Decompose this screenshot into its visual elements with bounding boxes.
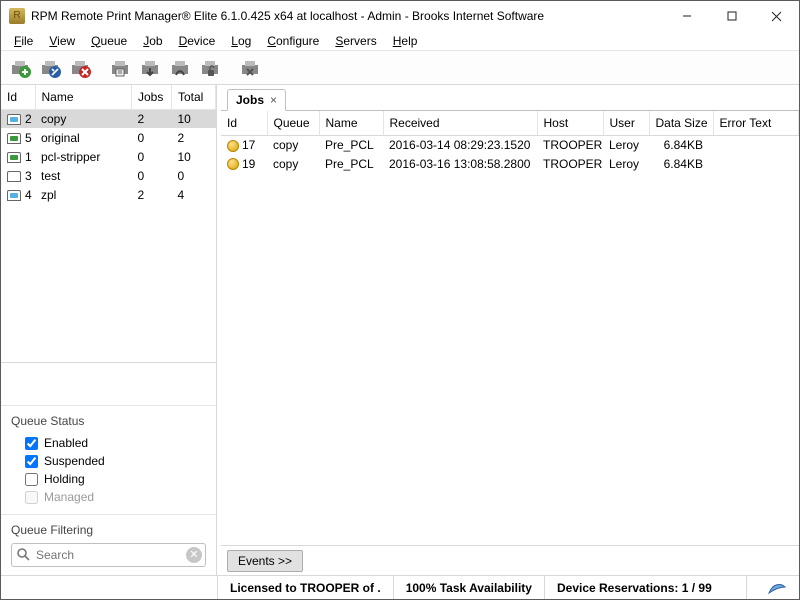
job-status-icon [227,140,239,152]
toolbar-btn-8[interactable] [237,55,263,81]
menu-job[interactable]: Job [136,33,169,49]
queue-col-total[interactable]: Total [172,85,216,109]
job-col-error[interactable]: Error Text [713,111,799,135]
job-col-queue[interactable]: Queue [267,111,319,135]
toolbar-btn-5[interactable] [137,55,163,81]
printer-icon [7,190,21,201]
toolbar-delete-queue-button[interactable] [67,55,93,81]
queue-row[interactable]: 4zpl24 [1,185,216,204]
window-buttons [664,1,799,31]
queue-row[interactable]: 5original02 [1,128,216,147]
status-managed: Managed [11,488,206,506]
job-row[interactable]: 19copyPre_PCL2016-03-16 13:08:58.2800TRO… [221,154,799,173]
menu-bar: File View Queue Job Device Log Configure… [1,31,799,51]
queue-row[interactable]: 2copy210 [1,109,216,128]
toolbar-btn-6[interactable] [167,55,193,81]
jobs-grid[interactable]: Id Queue Name Received Host User Data Si… [221,111,799,545]
status-holding[interactable]: Holding [11,470,206,488]
events-button[interactable]: Events >> [227,550,303,572]
menu-servers[interactable]: Servers [328,33,383,49]
queue-list[interactable]: Id Name Jobs Total 2copy2105original021p… [1,85,216,363]
title-bar: R RPM Remote Print Manager® Elite 6.1.0.… [1,1,799,31]
queue-filtering-panel: Queue Filtering ✕ [1,514,216,575]
queue-col-jobs[interactable]: Jobs [132,85,172,109]
job-status-icon [227,158,239,170]
queue-row[interactable]: 1pcl-stripper010 [1,147,216,166]
menu-queue[interactable]: Queue [84,33,134,49]
status-feather-icon [746,576,799,599]
job-col-size[interactable]: Data Size [649,111,713,135]
menu-configure[interactable]: Configure [260,33,326,49]
queue-row[interactable]: 3test00 [1,166,216,185]
events-bar: Events >> [221,545,799,575]
menu-log[interactable]: Log [224,33,258,49]
printer-icon [7,114,21,125]
status-empty [1,576,217,599]
job-row[interactable]: 17copyPre_PCL2016-03-14 08:29:23.1520TRO… [221,135,799,154]
queue-status-title: Queue Status [11,414,206,428]
job-col-id[interactable]: Id [221,111,267,135]
queue-col-id[interactable]: Id [1,85,35,109]
status-suspended[interactable]: Suspended [11,452,206,470]
toolbar-add-queue-button[interactable] [7,55,33,81]
toolbar-btn-7[interactable] [197,55,223,81]
checkbox[interactable] [25,455,38,468]
left-pane: Id Name Jobs Total 2copy2105original021p… [1,85,217,575]
queue-col-name[interactable]: Name [35,85,132,109]
menu-file[interactable]: File [7,33,40,49]
status-enabled[interactable]: Enabled [11,434,206,452]
menu-help[interactable]: Help [386,33,425,49]
menu-view[interactable]: View [42,33,82,49]
menu-device[interactable]: Device [172,33,223,49]
printer-icon [7,152,21,163]
app-window: R RPM Remote Print Manager® Elite 6.1.0.… [0,0,800,600]
printer-icon [7,171,21,182]
search-icon [16,547,30,564]
queue-status-panel: Queue Status EnabledSuspendedHoldingMana… [1,405,216,514]
tab-close-icon[interactable]: × [270,93,277,107]
maximize-button[interactable] [709,1,754,31]
job-col-name[interactable]: Name [319,111,383,135]
checkbox[interactable] [25,437,38,450]
main-body: Id Name Jobs Total 2copy2105original021p… [1,85,799,575]
clear-search-icon[interactable]: ✕ [186,547,202,563]
tab-jobs-label: Jobs [236,93,264,107]
job-col-received[interactable]: Received [383,111,537,135]
status-tasks: 100% Task Availability [393,576,544,599]
app-icon: R [9,8,25,24]
search-input[interactable] [11,543,206,567]
minimize-button[interactable] [664,1,709,31]
queue-filtering-title: Queue Filtering [11,523,206,537]
printer-icon [7,133,21,144]
tab-jobs[interactable]: Jobs × [227,89,286,111]
status-bar: Licensed to TROOPER of . 100% Task Avail… [1,575,799,599]
toolbar-btn-4[interactable] [107,55,133,81]
status-licensed: Licensed to TROOPER of . [217,576,393,599]
status-reservations: Device Reservations: 1 / 99 [544,576,746,599]
job-col-user[interactable]: User [603,111,649,135]
checkbox [25,491,38,504]
job-col-host[interactable]: Host [537,111,603,135]
checkbox[interactable] [25,473,38,486]
close-button[interactable] [754,1,799,31]
right-pane: Jobs × Id Queue Name Received [221,85,799,575]
toolbar [1,51,799,85]
window-title: RPM Remote Print Manager® Elite 6.1.0.42… [31,9,664,23]
toolbar-configure-queue-button[interactable] [37,55,63,81]
tab-bar: Jobs × [221,85,799,111]
